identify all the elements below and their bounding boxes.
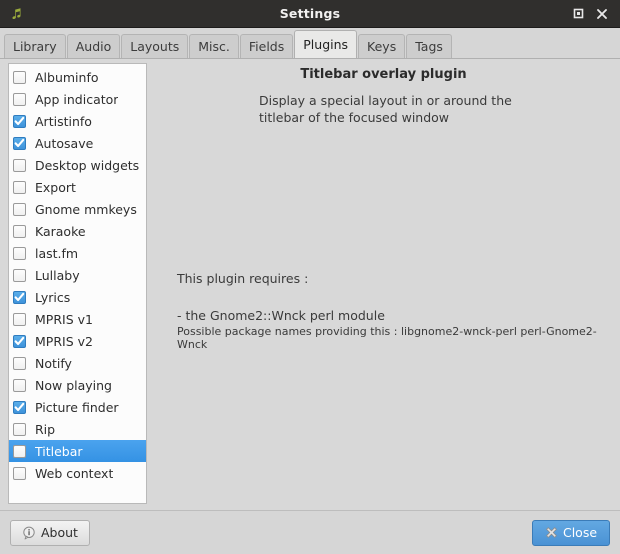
plugins-tab-content: Albuminfo App indicator Artistinfo Autosave… (0, 58, 620, 510)
plugin-enable-checkbox[interactable] (13, 114, 26, 128)
tab-fields[interactable]: Fields (239, 34, 294, 58)
tab-layouts[interactable]: Layouts (121, 34, 189, 58)
plugin-list-item-label: Albuminfo (35, 69, 99, 85)
plugin-list-item[interactable]: Lullaby (9, 264, 146, 286)
plugin-enable-checkbox[interactable] (13, 158, 26, 172)
tab-library[interactable]: Library (4, 34, 66, 58)
plugin-enable-checkbox[interactable] (13, 466, 26, 480)
info-icon (22, 526, 36, 540)
plugin-list-item-label: Rip (35, 421, 56, 437)
plugin-enable-checkbox[interactable] (13, 136, 26, 150)
music-note-icon (5, 2, 29, 26)
plugin-list-item[interactable]: MPRIS v1 (9, 308, 146, 330)
plugin-detail-description: Display a special layout in or around th… (259, 93, 512, 125)
close-dialog-label: Close (562, 525, 598, 540)
plugin-list-item[interactable]: Rip (9, 418, 146, 440)
about-button-label: About (41, 525, 78, 540)
plugin-list-item-label: Autosave (35, 135, 94, 151)
plugin-enable-checkbox[interactable] (13, 70, 26, 84)
plugin-list-item[interactable]: last.fm (9, 242, 146, 264)
plugin-detail-panel: Titlebar overlay plugin Display a specia… (147, 59, 620, 510)
plugin-requirements: This plugin requires : - the Gnome2::Wnc… (177, 271, 620, 351)
plugin-list-item-label: Titlebar (35, 443, 83, 459)
tab-misc[interactable]: Misc. (189, 34, 239, 58)
dialog-footer: About Close (0, 510, 620, 554)
plugin-list-item[interactable]: Picture finder (9, 396, 146, 418)
plugin-list-item-label: last.fm (35, 245, 79, 261)
x-mark-icon (545, 526, 558, 539)
plugin-list-item[interactable]: Now playing (9, 374, 146, 396)
tab-keys[interactable]: Keys (358, 34, 406, 58)
requirement-item: - the Gnome2::Wnck perl module (177, 308, 385, 323)
plugin-list-item[interactable]: Web context (9, 462, 146, 484)
plugin-list-inner: Albuminfo App indicator Artistinfo Autosave… (9, 64, 146, 484)
plugin-list-item[interactable]: Titlebar (9, 440, 146, 462)
plugin-list-item-label: Lyrics (35, 289, 71, 305)
plugin-enable-checkbox[interactable] (13, 224, 26, 238)
plugin-list-item-label: MPRIS v1 (35, 311, 93, 327)
plugin-enable-checkbox[interactable] (13, 290, 26, 304)
plugin-list-item-label: App indicator (35, 91, 119, 107)
plugin-list-item[interactable]: Lyrics (9, 286, 146, 308)
plugin-list-item-label: Artistinfo (35, 113, 92, 129)
plugin-list-item[interactable]: Export (9, 176, 146, 198)
plugin-enable-checkbox[interactable] (13, 444, 26, 458)
plugin-list-item[interactable]: Albuminfo (9, 66, 146, 88)
plugin-list-item-label: Export (35, 179, 76, 195)
plugin-list-item-label: Picture finder (35, 399, 119, 415)
plugin-enable-checkbox[interactable] (13, 422, 26, 436)
plugin-list-item[interactable]: MPRIS v2 (9, 330, 146, 352)
plugin-enable-checkbox[interactable] (13, 400, 26, 414)
plugin-list-item[interactable]: Gnome mmkeys (9, 198, 146, 220)
close-dialog-button[interactable]: Close (532, 519, 610, 546)
plugin-enable-checkbox[interactable] (13, 312, 26, 326)
plugin-enable-checkbox[interactable] (13, 356, 26, 370)
plugin-list-item-label: Lullaby (35, 267, 80, 283)
plugin-list-item[interactable]: Artistinfo (9, 110, 146, 132)
about-button[interactable]: About (10, 519, 90, 546)
plugin-list-item[interactable]: Autosave (9, 132, 146, 154)
plugin-list-item-label: MPRIS v2 (35, 333, 93, 349)
requirement-note: Possible package names providing this : … (177, 325, 597, 351)
plugin-enable-checkbox[interactable] (13, 268, 26, 282)
tab-plugins[interactable]: Plugins (294, 30, 358, 58)
plugin-detail-title: Titlebar overlay plugin (300, 67, 467, 82)
requirements-heading: This plugin requires : (177, 271, 309, 286)
settings-window: Settings Library Audio Layouts Misc. Fie… (0, 0, 620, 554)
plugin-enable-checkbox[interactable] (13, 334, 26, 348)
plugin-list-item-label: Notify (35, 355, 72, 371)
plugin-list-item-label: Now playing (35, 377, 112, 393)
plugin-list-item-label: Gnome mmkeys (35, 201, 137, 217)
plugin-list-item-label: Desktop widgets (35, 157, 140, 173)
plugin-enable-checkbox[interactable] (13, 202, 26, 216)
tab-tags[interactable]: Tags (406, 34, 452, 58)
window-controls (567, 3, 620, 25)
plugin-list-item-label: Web context (35, 465, 114, 481)
plugin-enable-checkbox[interactable] (13, 378, 26, 392)
plugin-list-item[interactable]: Notify (9, 352, 146, 374)
window-title: Settings (279, 6, 341, 21)
plugin-enable-checkbox[interactable] (13, 246, 26, 260)
close-button[interactable] (591, 3, 613, 25)
plugin-list-item[interactable]: App indicator (9, 88, 146, 110)
plugin-list-item-label: Karaoke (35, 223, 86, 239)
titlebar: Settings (0, 0, 620, 28)
plugin-enable-checkbox[interactable] (13, 180, 26, 194)
plugin-list-item[interactable]: Karaoke (9, 220, 146, 242)
tab-bar: Library Audio Layouts Misc. Fields Plugi… (0, 28, 620, 58)
plugin-list[interactable]: Albuminfo App indicator Artistinfo Autosave… (8, 63, 147, 504)
tab-audio[interactable]: Audio (66, 34, 121, 58)
maximize-button[interactable] (567, 3, 589, 25)
plugin-enable-checkbox[interactable] (13, 92, 26, 106)
plugin-list-item[interactable]: Desktop widgets (9, 154, 146, 176)
